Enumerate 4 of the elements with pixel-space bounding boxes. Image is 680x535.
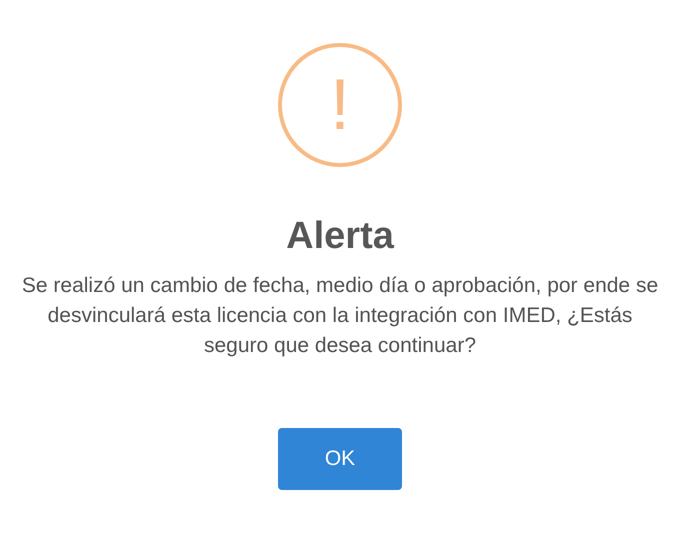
ok-button[interactable]: OK xyxy=(278,428,402,490)
dialog-title: Alerta xyxy=(286,214,394,259)
warning-icon: ! xyxy=(278,43,402,167)
dialog-message: Se realizó un cambio de fecha, medio día o aprobación, por ende se desvinculará esta licencia con la integración con IMED, ¿Estás seguro que desea continuar? xyxy=(20,272,660,358)
